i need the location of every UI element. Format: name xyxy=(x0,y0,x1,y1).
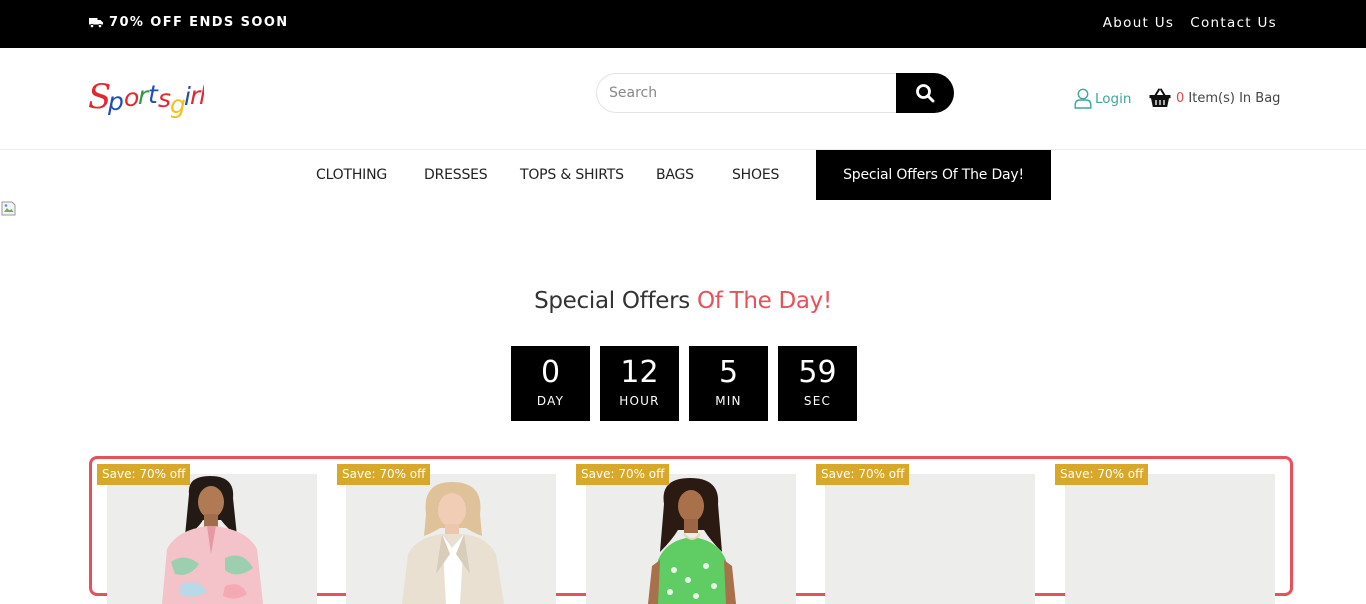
countdown-sec: 59 SEC xyxy=(778,346,857,421)
user-icon xyxy=(1074,88,1092,109)
product-card[interactable] xyxy=(825,474,1035,604)
countdown-label: MIN xyxy=(715,394,742,408)
main-nav: CLOTHING DRESSES TOPS & SHIRTS BAGS SHOE… xyxy=(0,150,1366,200)
sportsgirl-logo[interactable]: S p o r t s g i r l xyxy=(88,68,204,122)
truck-icon xyxy=(89,18,103,28)
svg-text:l: l xyxy=(199,81,204,110)
search-input[interactable] xyxy=(596,73,906,113)
save-badge: Save: 70% off xyxy=(816,464,910,485)
save-badge: Save: 70% off xyxy=(576,464,670,485)
nav-bags[interactable]: BAGS xyxy=(656,167,694,183)
product-card[interactable] xyxy=(346,474,556,604)
login-label: Login xyxy=(1095,90,1132,107)
countdown-value: 12 xyxy=(620,355,659,390)
offers-title: Special Offers Of The Day! xyxy=(0,288,1366,314)
shopping-bag[interactable]: 0 Item(s) In Bag xyxy=(1149,88,1280,108)
promo-text: 70% OFF ENDS SOON xyxy=(109,15,289,30)
countdown-label: SEC xyxy=(803,394,832,408)
save-badge: Save: 70% off xyxy=(97,464,191,485)
save-badge: Save: 70% off xyxy=(337,464,431,485)
product-card[interactable] xyxy=(1065,474,1275,604)
promo-banner: 70% OFF ENDS SOON xyxy=(89,15,289,30)
countdown-day: 0 DAY xyxy=(511,346,590,421)
svg-text:p: p xyxy=(107,87,124,116)
countdown-value: 0 xyxy=(540,355,561,390)
product-image xyxy=(586,474,796,604)
svg-text:o: o xyxy=(124,83,139,112)
nav-shoes[interactable]: SHOES xyxy=(732,167,779,183)
save-badge: Save: 70% off xyxy=(1055,464,1149,485)
offers-title-plain: Special Offers xyxy=(534,288,690,314)
nav-tops-shirts[interactable]: TOPS & SHIRTS xyxy=(520,167,624,183)
search-button[interactable] xyxy=(896,73,954,113)
contact-us-link[interactable]: Contact Us xyxy=(1190,15,1277,31)
countdown-timer: 0 DAY 12 HOUR 5 MIN 59 SEC xyxy=(511,346,857,421)
countdown-label: DAY xyxy=(536,394,565,408)
countdown-value: 59 xyxy=(798,355,837,390)
basket-icon xyxy=(1149,88,1171,107)
nav-clothing[interactable]: CLOTHING xyxy=(316,167,387,183)
search-icon xyxy=(916,84,935,103)
countdown-min: 5 MIN xyxy=(689,346,768,421)
offers-title-accent: Of The Day! xyxy=(696,288,832,314)
nav-special-offers[interactable]: Special Offers Of The Day! xyxy=(816,150,1051,200)
about-us-link[interactable]: About Us xyxy=(1103,15,1175,31)
search-bar xyxy=(596,73,954,113)
product-card[interactable] xyxy=(586,474,796,604)
bag-label: Item(s) In Bag xyxy=(1188,90,1281,106)
nav-dresses[interactable]: DRESSES xyxy=(424,167,488,183)
countdown-hour: 12 HOUR xyxy=(600,346,679,421)
countdown-value: 5 xyxy=(718,355,739,390)
product-image xyxy=(346,474,556,604)
product-image xyxy=(825,474,1035,604)
product-image xyxy=(1065,474,1275,604)
top-links: About Us Contact Us xyxy=(1103,15,1277,31)
special-offer-products: Save: 70% off Save: 70% off Save: 70% of… xyxy=(89,456,1293,604)
bag-count: 0 xyxy=(1176,90,1185,106)
site-header: S p o r t s g i r l Login xyxy=(0,48,1366,150)
broken-image-icon xyxy=(1,201,16,216)
countdown-label: HOUR xyxy=(619,394,660,408)
product-card[interactable] xyxy=(107,474,317,604)
login-link[interactable]: Login xyxy=(1074,88,1131,109)
product-image xyxy=(107,474,317,604)
top-bar: 70% OFF ENDS SOON About Us Contact Us xyxy=(0,0,1366,48)
